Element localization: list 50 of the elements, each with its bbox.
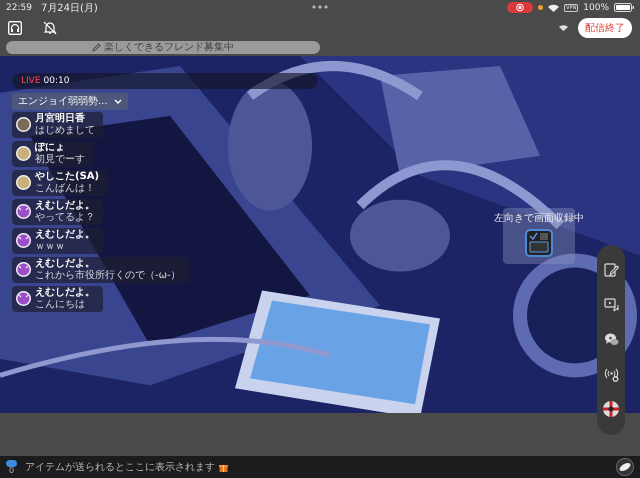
chevron-down-icon xyxy=(114,98,122,104)
help-chat-icon[interactable] xyxy=(604,332,618,347)
title-field[interactable]: 楽しくできるフレンド募集中 xyxy=(6,40,320,54)
more-icon[interactable] xyxy=(312,5,328,9)
avatar-icon xyxy=(16,204,31,220)
points-count: 0 xyxy=(8,466,14,475)
status-date: 7月24日(月) xyxy=(40,2,98,15)
wifi-icon xyxy=(559,24,568,31)
end-stream-button[interactable]: 配信終了 xyxy=(578,18,632,38)
gift-message: アイテムが送られるとここに表示されます xyxy=(25,460,215,474)
live-label: LIVE xyxy=(21,76,41,86)
pencil-icon xyxy=(92,42,101,52)
avatar-icon xyxy=(16,175,31,190)
comment-author: えむしだよ。 xyxy=(35,228,95,241)
comment-text: 初見でーす xyxy=(35,154,85,166)
comment-text: やってるよ？ xyxy=(35,212,95,224)
capsule-icon[interactable] xyxy=(616,458,634,476)
elapsed-time: 00:10 xyxy=(44,76,70,86)
comment-text: はじめまして xyxy=(35,124,95,137)
comment-author: ぽにょ xyxy=(35,142,66,154)
edit-icon[interactable] xyxy=(604,262,618,278)
avatar-icon xyxy=(16,233,31,248)
channel-dropdown[interactable]: エンジョイ弱弱勢... xyxy=(12,92,128,110)
comment-text: こんにちは xyxy=(35,298,86,311)
comment-text: これから市役所行くので（-ω-） xyxy=(35,270,181,282)
notification-off-icon[interactable] xyxy=(42,20,58,36)
avatar-icon xyxy=(16,291,31,306)
rotate-screen-icon xyxy=(524,228,554,258)
wifi-icon xyxy=(548,4,560,12)
points-badge-icon xyxy=(6,460,17,467)
battery-icon xyxy=(614,3,634,12)
notice-text: 左向きで画面収録中 xyxy=(494,212,584,225)
avatar-icon xyxy=(16,146,31,162)
battery-percent: 100% xyxy=(583,2,609,13)
comment-author: 月宮明日香 xyxy=(35,112,86,125)
comment-author: やしこた(SA) xyxy=(35,170,100,183)
comment-text: こんばんは！ xyxy=(35,182,96,195)
status-time: 22:59 xyxy=(6,2,32,13)
recording-icon xyxy=(507,2,534,14)
video-music-icon[interactable] xyxy=(604,297,618,312)
indicator-dot-icon xyxy=(538,5,544,10)
headphones-icon[interactable] xyxy=(8,20,22,35)
comment-text: ｗｗｗ xyxy=(35,240,66,253)
broadcast-settings-icon[interactable] xyxy=(604,366,618,382)
comment-author: えむしだよ。 xyxy=(35,258,96,270)
comment-author: えむしだよ。 xyxy=(35,200,95,212)
gift-icon xyxy=(219,462,228,472)
avatar-icon xyxy=(16,117,31,132)
avatar-icon xyxy=(16,262,31,278)
comment-author: えむしだよ。 xyxy=(35,286,95,299)
